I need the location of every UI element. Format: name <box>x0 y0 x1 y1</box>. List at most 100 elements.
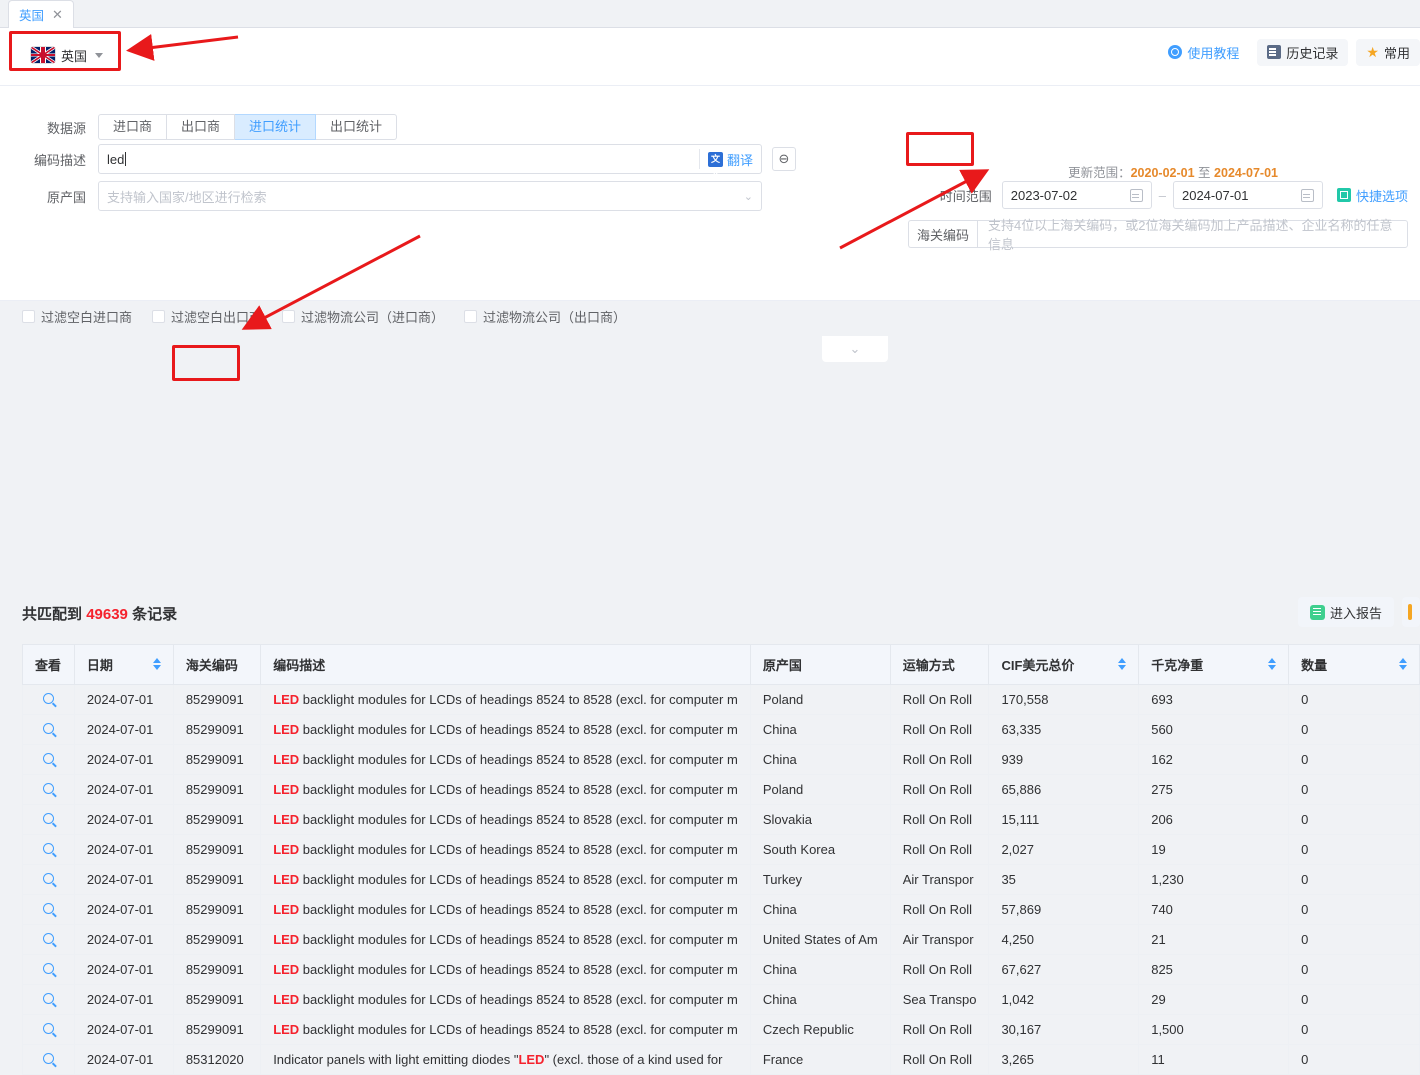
search-icon[interactable] <box>42 1023 54 1034</box>
row-view-cell[interactable] <box>22 714 75 745</box>
search-icon[interactable] <box>42 1053 54 1064</box>
date-to-input[interactable]: 2024-07-01 <box>1172 181 1323 209</box>
column-header-cif[interactable]: CIF美元总价 <box>988 644 1140 685</box>
report-icon <box>1309 604 1325 620</box>
search-icon[interactable] <box>42 963 54 974</box>
close-icon[interactable]: ✕ <box>52 7 63 23</box>
row-view-cell[interactable] <box>22 1014 75 1045</box>
tab-import-stats[interactable]: 进口统计 <box>235 114 317 140</box>
sort-icon[interactable] <box>1268 658 1277 670</box>
sort-icon[interactable] <box>1118 658 1127 670</box>
hs-code-button[interactable]: 海关编码 <box>908 220 978 248</box>
sort-icon[interactable] <box>152 658 161 670</box>
row-date-cell: 2024-07-01 <box>74 924 174 955</box>
row-view-cell[interactable] <box>22 684 75 715</box>
search-icon[interactable] <box>42 723 54 734</box>
table-row[interactable]: 2024-07-01 85299091 LED backlight modules … <box>22 954 1420 985</box>
tutorial-link[interactable]: 使用教程 <box>1158 39 1249 66</box>
checkbox-filter-empty-importer[interactable]: 过滤空白进口商 <box>22 307 132 326</box>
column-header-date[interactable]: 日期 <box>74 644 174 685</box>
filter-checkbox-row: 过滤空白进口商 过滤空白出口商 过滤物流公司（进口商） 过滤物流公司（出口商） <box>22 307 626 326</box>
row-view-cell[interactable] <box>22 864 75 895</box>
search-icon[interactable] <box>42 903 54 914</box>
search-icon[interactable] <box>42 813 54 824</box>
search-icon[interactable] <box>42 843 54 854</box>
row-date-cell: 2024-07-01 <box>74 774 174 805</box>
tab-export-stats[interactable]: 出口统计 <box>316 114 398 140</box>
column-header-quantity[interactable]: 数量 <box>1288 644 1420 685</box>
table-row[interactable]: 2024-07-01 85299091 LED backlight modules … <box>22 804 1420 835</box>
favorite-action-button[interactable] <box>1402 597 1420 627</box>
row-hs-cell: 85299091 <box>173 774 262 805</box>
tab-exporter[interactable]: 出口商 <box>167 114 236 140</box>
collapse-panel-toggle[interactable]: ⌄ <box>822 336 888 362</box>
row-view-cell[interactable] <box>22 954 75 985</box>
table-row[interactable]: 2024-07-01 85299091 LED backlight modules … <box>22 774 1420 805</box>
row-date-cell: 2024-07-01 <box>74 744 174 775</box>
row-date-cell: 2024-07-01 <box>74 834 174 865</box>
history-link[interactable]: 历史记录 <box>1257 38 1349 66</box>
highlighted-keyword: LED <box>273 692 300 707</box>
table-row[interactable]: 2024-07-01 85299091 LED backlight modules … <box>22 864 1420 895</box>
tutorial-link-label: 使用教程 <box>1187 45 1240 61</box>
row-view-cell[interactable] <box>22 744 75 775</box>
table-row[interactable]: 2024-07-01 85299091 LED backlight modules … <box>22 984 1420 1015</box>
column-header-weight-label: 千克净重 <box>1151 658 1204 673</box>
translate-button[interactable]: 文A 翻译 <box>698 149 753 179</box>
hs-code-input[interactable]: 支持4位以上海关编码，或2位海关编码加上产品描述、企业名称的任意信息 <box>977 218 1408 252</box>
row-view-cell[interactable] <box>22 984 75 1015</box>
row-quantity-cell: 0 <box>1288 1044 1420 1075</box>
table-row[interactable]: 2024-07-01 85299091 LED backlight modules … <box>22 744 1420 775</box>
row-date-cell: 2024-07-01 <box>74 1014 174 1045</box>
search-icon[interactable] <box>42 753 54 764</box>
row-date-cell: 2024-07-01 <box>74 894 174 925</box>
row-view-cell[interactable] <box>22 774 75 805</box>
table-row[interactable]: 2024-07-01 85299091 LED backlight modules … <box>22 834 1420 865</box>
table-row[interactable]: 2024-07-01 85299091 LED backlight modules … <box>22 1014 1420 1045</box>
row-view-cell[interactable] <box>22 1044 75 1075</box>
update-range-from: 2020-02-01 <box>1130 166 1195 180</box>
table-header-row: 查看 日期 海关编码 编码描述 原产国 运输方式 CIF美元总价 千克净重 数量 <box>22 644 1420 685</box>
chevron-down-icon: ⌄ <box>849 341 861 356</box>
table-row[interactable]: 2024-07-01 85299091 LED backlight modules … <box>22 684 1420 715</box>
row-view-cell[interactable] <box>22 924 75 955</box>
row-description-cell: Indicator panels with light emitting dio… <box>260 1044 751 1075</box>
date-from-input[interactable]: 2023-07-02 <box>1001 181 1152 209</box>
search-icon[interactable] <box>42 993 54 1004</box>
row-view-cell[interactable] <box>22 804 75 835</box>
search-icon[interactable] <box>42 783 54 794</box>
page-tab-uk[interactable]: 英国 ✕ <box>8 0 74 28</box>
row-origin-cell: Slovakia <box>750 804 891 835</box>
quick-options-button[interactable]: 快捷选项 <box>1336 186 1408 205</box>
table-row[interactable]: 2024-07-01 85312020 Indicator panels with … <box>22 1044 1420 1075</box>
tab-importer[interactable]: 进口商 <box>98 114 168 140</box>
row-view-cell[interactable] <box>22 834 75 865</box>
checkbox-filter-logistics-exporter[interactable]: 过滤物流公司（出口商） <box>464 307 626 326</box>
origin-country-placeholder: 支持输入国家/地区进行检索 <box>107 189 267 205</box>
column-header-weight[interactable]: 千克净重 <box>1138 644 1290 685</box>
search-icon[interactable] <box>42 933 54 944</box>
checkbox-filter-empty-exporter[interactable]: 过滤空白出口商 <box>152 307 262 326</box>
favorites-link[interactable]: ★ 常用 <box>1356 38 1420 66</box>
code-description-label: 编码描述 <box>33 152 86 168</box>
checkbox-filter-logistics-importer[interactable]: 过滤物流公司（进口商） <box>282 307 444 326</box>
table-row[interactable]: 2024-07-01 85299091 LED backlight modules … <box>22 924 1420 955</box>
origin-country-select[interactable]: 支持输入国家/地区进行检索 ⌄ <box>98 181 762 211</box>
sort-icon[interactable] <box>1399 658 1407 670</box>
clear-input-button[interactable]: ⊖ <box>772 147 796 171</box>
table-row[interactable]: 2024-07-01 85299091 LED backlight modules … <box>22 894 1420 925</box>
highlighted-keyword: LED <box>273 1022 300 1037</box>
row-weight-cell: 740 <box>1138 894 1290 925</box>
enter-report-button[interactable]: 进入报告 <box>1297 597 1394 627</box>
row-weight-cell: 560 <box>1138 714 1290 745</box>
search-icon[interactable] <box>42 693 54 704</box>
column-header-transport: 运输方式 <box>890 644 990 685</box>
row-quantity-cell: 0 <box>1288 984 1420 1015</box>
table-row[interactable]: 2024-07-01 85299091 LED backlight modules … <box>22 714 1420 745</box>
result-count-prefix: 共匹配到 <box>22 606 83 623</box>
row-hs-cell: 85299091 <box>173 684 262 715</box>
search-icon[interactable] <box>42 873 54 884</box>
country-selector[interactable]: 英国 <box>22 36 114 74</box>
row-view-cell[interactable] <box>22 894 75 925</box>
code-description-input[interactable]: led 文A 翻译 <box>98 144 762 179</box>
